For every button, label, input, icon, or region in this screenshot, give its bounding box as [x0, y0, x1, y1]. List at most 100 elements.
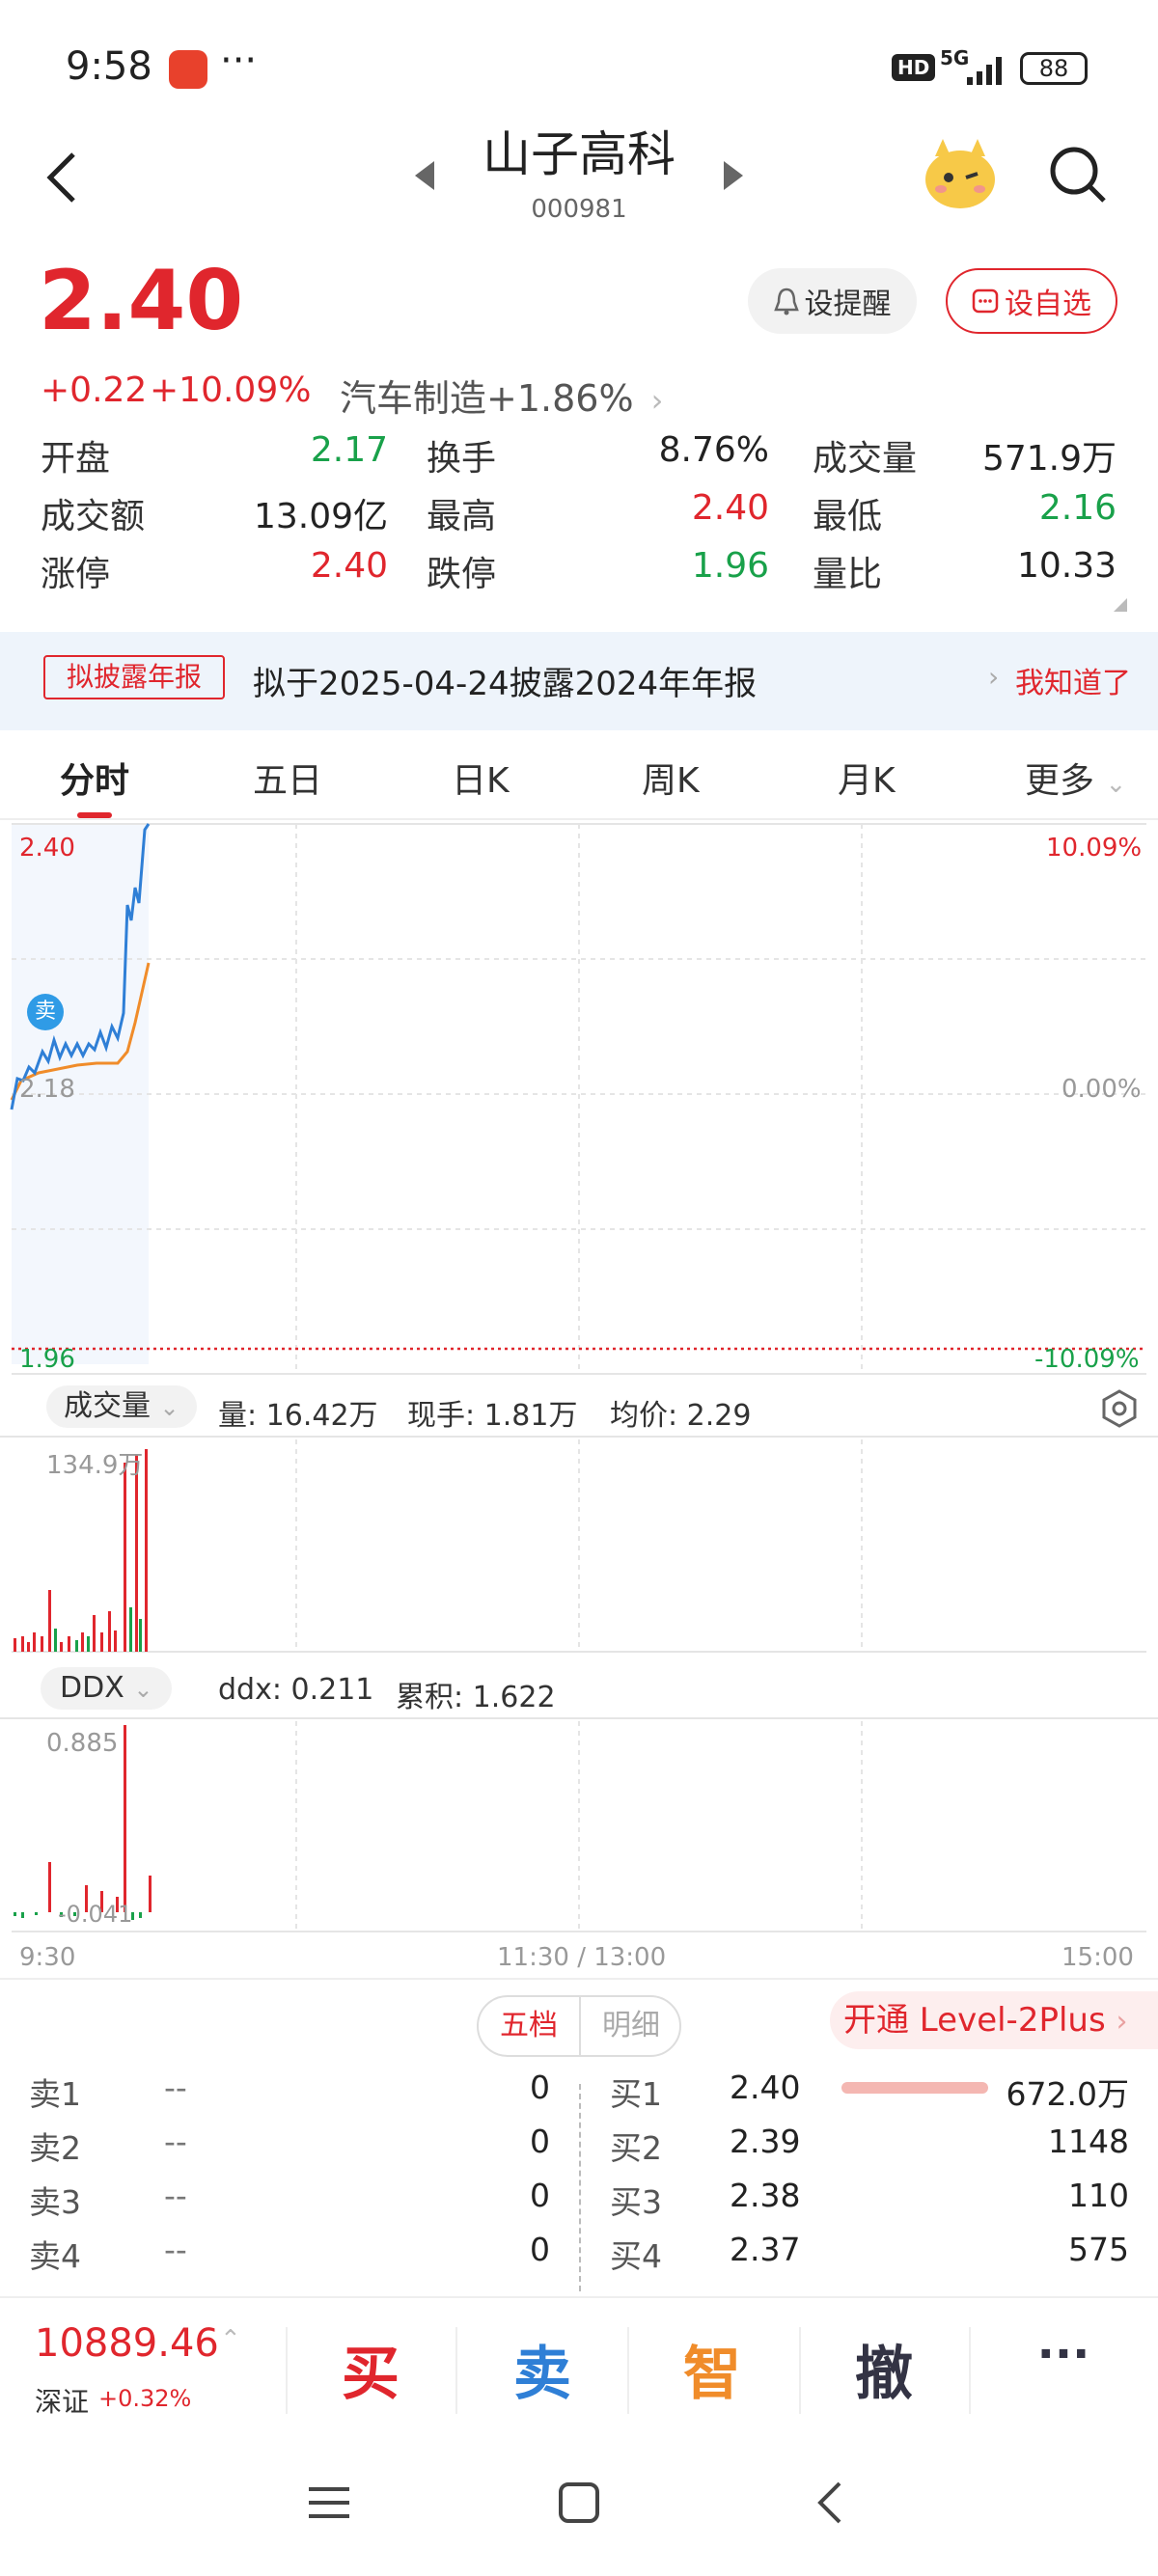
- ddx-header: DDX ⌄ ddx: 0.211 累积: 1.622: [0, 1659, 1158, 1719]
- back-nav-icon[interactable]: [814, 2480, 843, 2526]
- tab-intraday[interactable]: 分时: [60, 753, 129, 803]
- tab-five-levels[interactable]: 五档: [479, 1997, 579, 2055]
- ddx-indicator-select[interactable]: DDX ⌄: [41, 1667, 173, 1710]
- next-stock-icon[interactable]: [722, 159, 745, 192]
- stat-value: 2.17: [310, 430, 388, 470]
- chevron-up-icon: ⌃: [220, 2325, 241, 2354]
- sell-level-price: --: [164, 2123, 187, 2160]
- buy-level-label: 买4: [610, 2237, 662, 2275]
- stat-label: 涨停: [41, 555, 111, 594]
- volume-max-label: 134.9万: [46, 1451, 144, 1480]
- search-icon[interactable]: [1048, 145, 1108, 205]
- tab-indicator: [77, 812, 112, 818]
- now-hand-value: 现手: 1.81万: [407, 1399, 578, 1433]
- sell-button[interactable]: 卖: [484, 2327, 600, 2411]
- clock: 9:58: [66, 44, 152, 89]
- back-icon[interactable]: [42, 149, 81, 206]
- tab-more-label: 更多: [1025, 761, 1095, 801]
- tab-more[interactable]: 更多 ⌄: [1025, 753, 1126, 803]
- smart-trade-button[interactable]: 智: [654, 2327, 770, 2411]
- menu-icon[interactable]: [307, 2483, 351, 2522]
- intraday-chart[interactable]: 2.40 2.18 1.96 10.09% 0.00% -10.09% 卖: [0, 820, 1158, 1375]
- stat-label: 成交额: [41, 497, 146, 536]
- buy-level-qty: 1148: [1048, 2123, 1129, 2160]
- notice-banner: 拟披露年报 拟于2025-04-24披露2024年年报 › 我知道了: [0, 632, 1158, 730]
- stat-value: 2.40: [310, 546, 388, 586]
- volume-chart[interactable]: 134.9万: [0, 1439, 1158, 1654]
- time-end-label: 15:00: [1062, 1943, 1134, 1972]
- stat-label: 最低: [813, 497, 883, 536]
- bottom-action-bar: 10889.46 ⌃ 深证 +0.32% 买 卖 智 撤 ···: [0, 2296, 1158, 2441]
- settings-icon[interactable]: [1100, 1389, 1139, 1428]
- dismiss-notice-button[interactable]: 我知道了: [1015, 659, 1131, 701]
- ddx-chart[interactable]: 0.885 -0.041: [0, 1721, 1158, 1933]
- signal-icon: [967, 57, 1002, 85]
- index-ticker[interactable]: 10889.46 ⌃ 深证 +0.32%: [0, 2298, 286, 2441]
- add-watchlist-label: 设自选: [1005, 288, 1091, 321]
- price-change: +0.22: [41, 370, 148, 410]
- stat-value: 1.96: [691, 546, 769, 586]
- more-actions-button[interactable]: ···: [1006, 2327, 1121, 2381]
- time-start-label: 9:30: [19, 1943, 76, 1972]
- tab-five-day[interactable]: 五日: [253, 753, 322, 803]
- sell-level-qty: 0: [530, 2069, 550, 2106]
- add-watchlist-button[interactable]: 设自选: [946, 268, 1117, 334]
- hd-icon: HD: [892, 54, 936, 81]
- tab-details[interactable]: 明细: [581, 1997, 679, 2055]
- ddx-indicator-label: DDX: [60, 1671, 124, 1705]
- volume-chart-svg: [12, 1439, 1146, 1653]
- system-nav-bar: [0, 2441, 1158, 2576]
- chevron-right-icon: ›: [650, 382, 664, 419]
- price-change-pct: +10.09%: [150, 370, 312, 410]
- volume-bars-down: [54, 1607, 142, 1652]
- set-reminder-label: 设提醒: [804, 288, 892, 321]
- sell-level-label: 卖2: [29, 2129, 81, 2167]
- buy-level-qty: 672.0万: [1006, 2075, 1129, 2113]
- divider: [799, 2327, 801, 2414]
- sell-level-price: --: [164, 2231, 187, 2268]
- buy-level-label: 买2: [610, 2129, 662, 2167]
- buy-level-qty: 575: [1068, 2231, 1129, 2268]
- stat-label: 量比: [813, 555, 883, 594]
- chevron-right-icon: ›: [1116, 2005, 1128, 2039]
- buy-level-price: 2.38: [730, 2177, 801, 2214]
- divider: [455, 2327, 457, 2414]
- tab-daily-k[interactable]: 日K: [452, 753, 510, 803]
- set-reminder-button[interactable]: 设提醒: [748, 268, 917, 334]
- stat-label: 换手: [427, 439, 497, 479]
- sell-marker[interactable]: 卖: [27, 994, 64, 1030]
- stat-label: 成交量: [813, 439, 918, 479]
- stat-label: 最高: [427, 497, 497, 536]
- orderbook: 卖1 -- 0 卖2 -- 0 卖3 -- 0 卖4 -- 0 买1 2.40 …: [0, 2065, 1158, 2291]
- index-change: +0.32%: [98, 2385, 192, 2412]
- app-notification-icon: [169, 50, 207, 89]
- price-low-label: 1.96: [19, 1345, 75, 1374]
- level2-upgrade-button[interactable]: 开通 Level-2Plus ›: [830, 1991, 1158, 2049]
- chevron-down-icon: ⌄: [133, 1676, 153, 1703]
- tab-weekly-k[interactable]: 周K: [642, 753, 700, 803]
- stock-name: 山子高科: [482, 126, 676, 182]
- sell-level-price: --: [164, 2069, 187, 2106]
- mascot-icon[interactable]: [922, 135, 999, 212]
- expand-corner-icon[interactable]: [1110, 594, 1129, 614]
- ddx-cumulative-value: 累积: 1.622: [396, 1681, 556, 1714]
- home-icon[interactable]: [558, 2481, 600, 2524]
- sector-name: 汽车制造: [340, 377, 487, 420]
- more-status-icon: ···: [220, 39, 258, 83]
- sell-level-qty: 0: [530, 2123, 550, 2160]
- buy-level-price: 2.40: [730, 2069, 801, 2106]
- cancel-order-button[interactable]: 撤: [826, 2327, 942, 2411]
- ddx-chart-svg: [12, 1721, 1146, 1932]
- volume-indicator-select[interactable]: 成交量 ⌄: [46, 1385, 197, 1428]
- stat-value: 13.09亿: [253, 497, 388, 536]
- stat-label: 开盘: [41, 439, 111, 479]
- stat-value: 8.76%: [658, 430, 769, 470]
- tab-monthly-k[interactable]: 月K: [838, 753, 896, 803]
- divider: [286, 2327, 288, 2414]
- prev-stock-icon[interactable]: [413, 159, 436, 192]
- sector-link[interactable]: 汽车制造+1.86% ›: [340, 369, 663, 422]
- buy-button[interactable]: 买: [313, 2327, 428, 2411]
- stat-label: 跌停: [427, 555, 497, 594]
- sell-level-label: 卖1: [29, 2075, 81, 2113]
- time-mid-label: 11:30 / 13:00: [497, 1943, 667, 1972]
